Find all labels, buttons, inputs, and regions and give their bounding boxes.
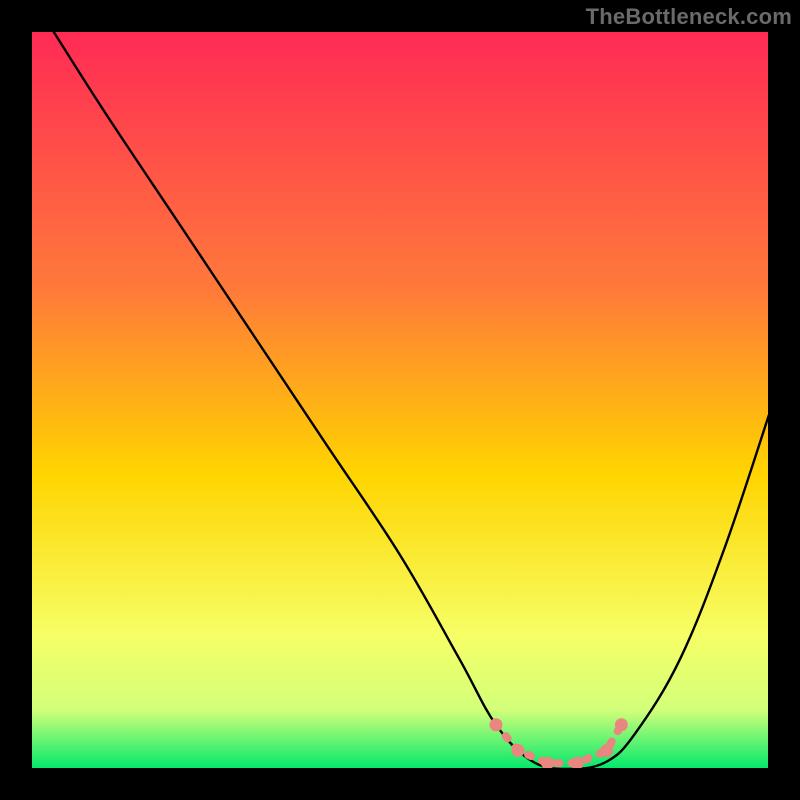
band-dot [571,757,584,770]
chart-svg [0,0,800,800]
watermark-text: TheBottleneck.com [586,4,792,30]
band-dot [615,718,628,731]
band-dot [489,718,502,731]
band-dot [541,757,554,770]
band-dot [512,744,525,757]
chart-container: TheBottleneck.com [0,0,800,800]
band-dot [600,744,613,757]
plot-background [31,31,769,769]
